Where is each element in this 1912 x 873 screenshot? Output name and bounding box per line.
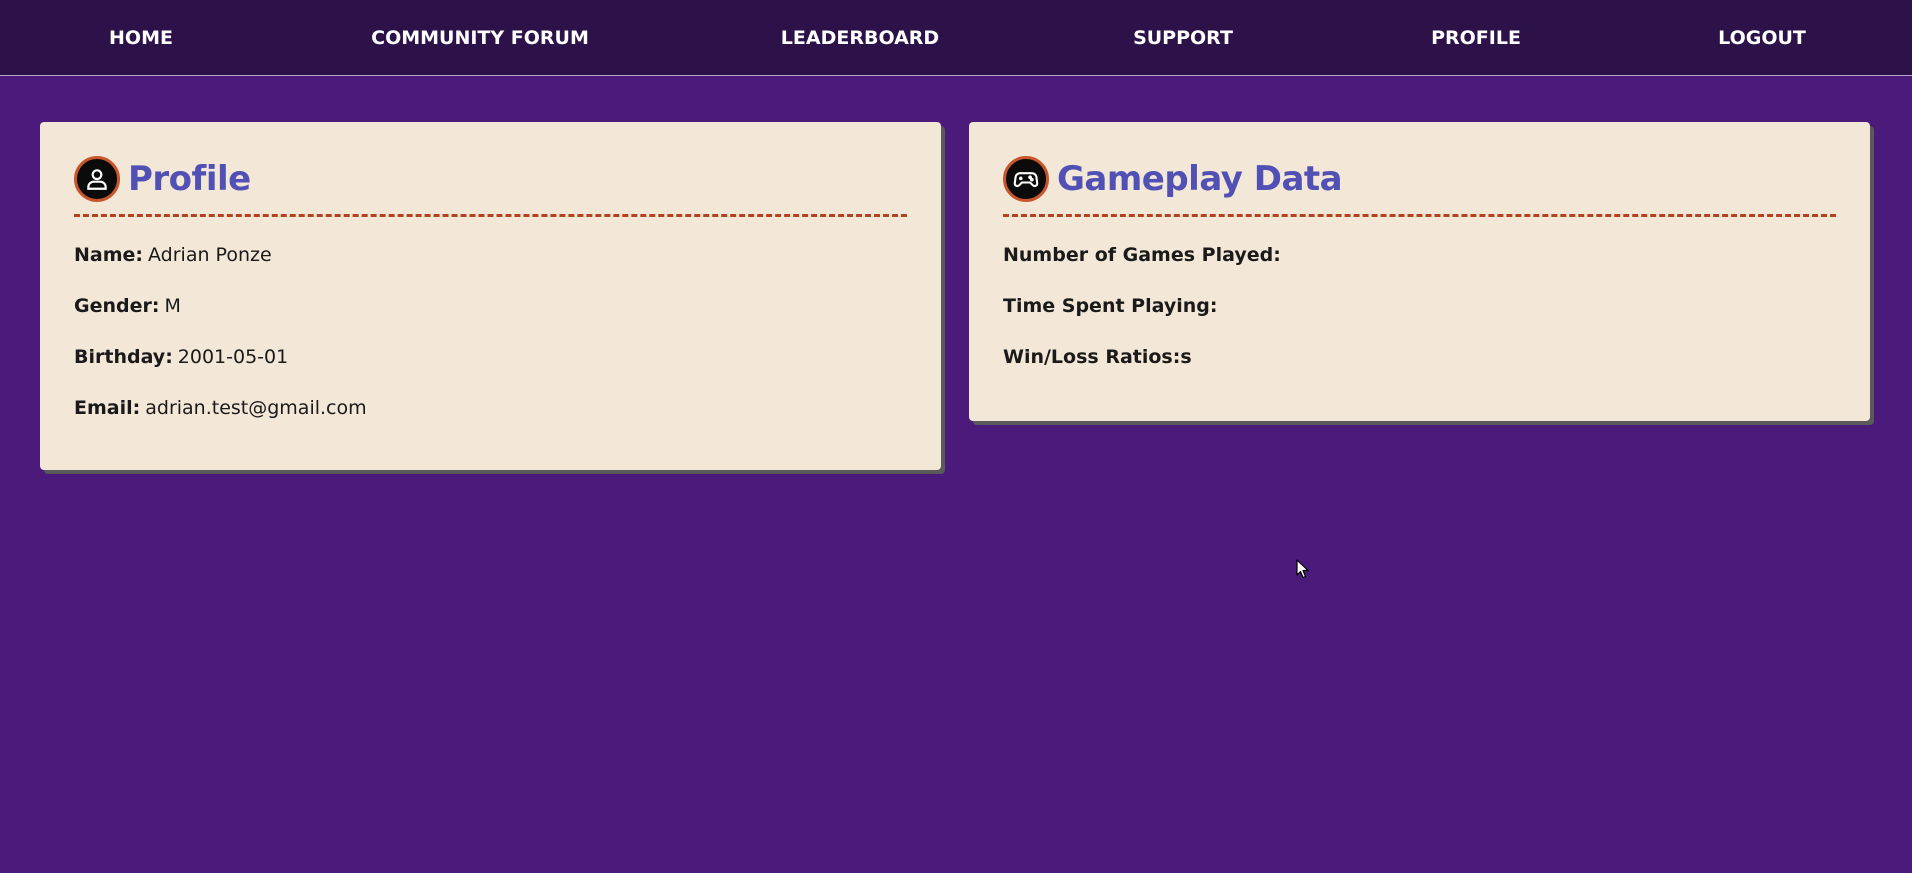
- field-value: M: [164, 295, 181, 317]
- profile-name-field: Name: Adrian Ponze: [74, 241, 907, 269]
- field-label: Gender:: [74, 295, 160, 317]
- profile-card: Profile Name: Adrian Ponze Gender: M Birth…: [40, 122, 941, 470]
- nav-logout-link[interactable]: LOGOUT: [1718, 0, 1806, 76]
- field-value: Adrian Ponze: [148, 244, 272, 266]
- profile-email-field: Email: adrian.test@gmail.com: [74, 394, 907, 422]
- gameplay-card-title: Gameplay Data: [1057, 159, 1343, 199]
- profile-gender-field: Gender: M: [74, 292, 907, 320]
- field-label: Birthday:: [74, 346, 173, 368]
- field-label: Win/Loss Ratios:s: [1003, 346, 1192, 368]
- top-navbar: HOME COMMUNITY FORUM LEADERBOARD SUPPORT…: [0, 0, 1912, 76]
- gameplay-card-header: Gameplay Data: [1003, 154, 1836, 204]
- field-value: 2001-05-01: [177, 346, 289, 368]
- gamepad-icon: [1003, 156, 1049, 202]
- user-icon: [74, 156, 120, 202]
- gameplay-data-card: Gameplay Data Number of Games Played: Ti…: [969, 122, 1870, 421]
- field-label: Number of Games Played:: [1003, 244, 1281, 266]
- nav-support-link[interactable]: SUPPORT: [1133, 0, 1233, 76]
- nav-home-link[interactable]: HOME: [109, 0, 173, 76]
- nav-community-forum-link[interactable]: COMMUNITY FORUM: [371, 0, 589, 76]
- profile-card-divider: [74, 214, 907, 217]
- field-value: adrian.test@gmail.com: [145, 397, 367, 419]
- field-label: Time Spent Playing:: [1003, 295, 1218, 317]
- games-played-field: Number of Games Played:: [1003, 241, 1836, 269]
- win-loss-field: Win/Loss Ratios:s: [1003, 343, 1836, 371]
- profile-card-title: Profile: [128, 159, 251, 199]
- nav-profile-link[interactable]: PROFILE: [1431, 0, 1521, 76]
- field-label: Name:: [74, 244, 144, 266]
- profile-card-header: Profile: [74, 154, 907, 204]
- gameplay-card-divider: [1003, 214, 1836, 217]
- time-spent-field: Time Spent Playing:: [1003, 292, 1836, 320]
- profile-birthday-field: Birthday: 2001-05-01: [74, 343, 907, 371]
- nav-leaderboard-link[interactable]: LEADERBOARD: [781, 0, 939, 76]
- mouse-cursor-icon: [1296, 559, 1309, 579]
- field-label: Email:: [74, 397, 141, 419]
